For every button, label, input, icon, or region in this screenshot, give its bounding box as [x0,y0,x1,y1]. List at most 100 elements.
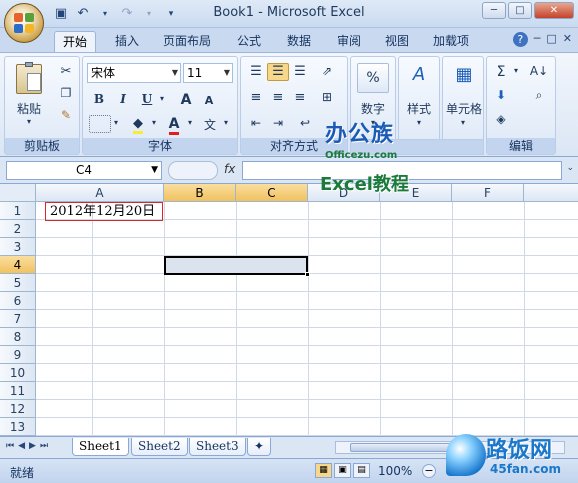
maximize-button[interactable]: □ [508,2,532,19]
page-break-view-icon[interactable]: ▤ [353,463,370,478]
align-top-icon[interactable]: ☰ [245,63,267,81]
align-center-icon[interactable]: ≡ [267,89,289,107]
prev-sheet-icon[interactable]: ◀ [18,441,25,451]
tab-page-layout[interactable]: 页面布局 [155,31,219,52]
sort-filter-icon[interactable]: A↓ [525,63,553,81]
select-all-corner[interactable] [0,184,36,202]
column-header-b[interactable]: B [164,184,236,202]
worksheet-grid[interactable]: A B C D E F 1 2 3 4 5 6 7 8 9 10 11 12 1… [0,184,578,436]
tab-formulas[interactable]: 公式 [229,31,269,52]
column-header-g[interactable] [524,184,578,202]
number-format-button[interactable]: 数字 [353,99,393,117]
phonetic-button[interactable]: 文 [199,115,221,133]
paste-button[interactable]: 粘贴 ▾ [9,61,49,126]
office-button[interactable] [4,3,44,43]
row-header-12[interactable]: 12 [0,400,36,418]
font-name-combo[interactable]: 宋体 ▼ [87,63,181,83]
align-middle-icon[interactable]: ☰ [267,63,289,81]
find-select-icon[interactable]: ⌕ [525,87,553,105]
row-header-3[interactable]: 3 [0,238,36,256]
expand-formula-icon[interactable]: ⌄ [566,163,574,173]
ribbon-minimize-button[interactable]: ─ [534,32,541,47]
cut-icon[interactable]: ✂ [57,63,75,81]
merge-center-icon[interactable]: ⊞ [315,89,339,107]
autosum-button[interactable]: Σ [491,63,511,81]
tab-view[interactable]: 视图 [377,31,417,52]
styles-button[interactable]: 样式 [399,99,439,117]
orientation-icon[interactable]: ⇗ [315,63,339,81]
row-header-4[interactable]: 4 [0,256,36,274]
row-header-9[interactable]: 9 [0,346,36,364]
zoom-out-icon[interactable]: − [422,464,436,478]
column-header-c[interactable]: C [236,184,308,202]
sheet-tab-1[interactable]: Sheet1 [72,438,129,456]
tab-data[interactable]: 数据 [279,31,319,52]
autosum-dropdown-icon[interactable]: ▾ [511,65,521,79]
fill-color-icon[interactable]: ◆ [127,115,149,134]
font-size-combo[interactable]: 11 ▼ [183,63,233,83]
row-header-8[interactable]: 8 [0,328,36,346]
fill-icon[interactable]: ⬇ [491,87,511,105]
ribbon-close-button[interactable]: ✕ [563,32,572,47]
row-header-11[interactable]: 11 [0,382,36,400]
bold-button[interactable]: B [89,91,109,109]
zoom-level[interactable]: 100% [378,464,412,478]
italic-button[interactable]: I [113,91,133,109]
next-sheet-icon[interactable]: ▶ [29,441,36,451]
tab-review[interactable]: 审阅 [329,31,369,52]
name-box[interactable]: C4 ▼ [6,161,162,180]
insert-sheet-icon[interactable]: ✦ [247,438,271,456]
format-painter-icon[interactable]: ✎ [57,107,75,125]
row-header-13[interactable]: 13 [0,418,36,436]
cell-a1[interactable]: 2012年12月20日 [45,202,163,221]
normal-view-icon[interactable]: ▦ [315,463,332,478]
sheet-tab-2[interactable]: Sheet2 [131,438,188,456]
align-bottom-icon[interactable]: ☰ [289,63,311,81]
tab-insert[interactable]: 插入 [107,31,147,52]
border-button[interactable] [89,115,111,133]
page-layout-view-icon[interactable]: ▣ [334,463,351,478]
phonetic-dropdown-icon[interactable]: ▾ [221,117,231,131]
decrease-indent-icon[interactable]: ⇤ [245,115,267,133]
copy-icon[interactable]: ❐ [57,85,75,103]
help-icon[interactable]: ? [512,32,528,47]
minimize-button[interactable]: ─ [482,2,506,19]
clear-icon[interactable]: ◈ [491,111,511,129]
underline-dropdown-icon[interactable]: ▾ [157,93,167,107]
tab-home[interactable]: 开始 [54,31,97,52]
last-sheet-icon[interactable]: ⏭ [40,441,48,451]
row-header-10[interactable]: 10 [0,364,36,382]
shrink-font-button[interactable]: A [199,93,219,109]
function-icon[interactable]: fx [224,162,235,176]
tab-addins[interactable]: 加载项 [425,31,477,52]
sheet-tab-3[interactable]: Sheet3 [189,438,246,456]
row-header-6[interactable]: 6 [0,292,36,310]
font-group: 宋体 ▼ 11 ▼ B I U ▾ A A ▾ ◆ ▾ A ▾ 文 ▾ 字体 [82,56,238,155]
cells-icon[interactable]: ▦ [449,63,479,93]
styles-icon[interactable]: A [403,63,435,93]
selected-range-b4-c4[interactable] [164,256,310,277]
underline-button[interactable]: U [137,91,157,109]
percent-style-icon[interactable]: % [357,63,389,93]
fill-handle[interactable] [305,272,310,277]
fill-color-dropdown-icon[interactable]: ▾ [149,117,159,131]
row-header-7[interactable]: 7 [0,310,36,328]
increase-indent-icon[interactable]: ⇥ [267,115,289,133]
column-header-a[interactable]: A [36,184,164,202]
close-button[interactable]: ✕ [534,2,574,19]
wrap-text-icon[interactable]: ↩ [293,115,317,133]
font-color-dropdown-icon[interactable]: ▾ [185,117,195,131]
cells-button[interactable]: 单元格 [443,99,485,117]
align-left-icon[interactable]: ≡ [245,89,267,107]
align-right-icon[interactable]: ≡ [289,89,311,107]
grow-font-button[interactable]: A [175,91,197,109]
ribbon-restore-button[interactable]: □ [546,32,556,47]
row-header-1[interactable]: 1 [0,202,36,220]
first-sheet-icon[interactable]: ⏮ [6,441,14,451]
font-color-button[interactable]: A [163,115,185,135]
column-header-f[interactable]: F [452,184,524,202]
row-header-5[interactable]: 5 [0,274,36,292]
border-dropdown-icon[interactable]: ▾ [111,117,121,131]
row-header-2[interactable]: 2 [0,220,36,238]
cell-area[interactable] [36,202,578,436]
